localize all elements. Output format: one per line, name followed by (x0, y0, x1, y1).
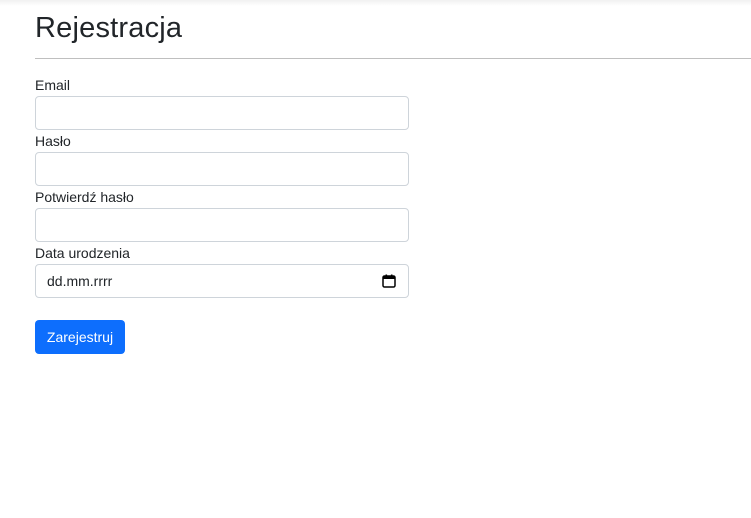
birth-date-label: Data urodzenia (35, 245, 130, 261)
confirm-password-label: Potwierdź hasło (35, 189, 134, 205)
top-shadow (0, 0, 751, 6)
confirm-password-field[interactable] (35, 208, 409, 242)
page-title: Rejestracja (35, 12, 183, 44)
password-field[interactable] (35, 152, 409, 186)
password-label: Hasło (35, 133, 71, 149)
email-field[interactable] (35, 96, 409, 130)
registration-form: Email Hasło Potwierdź hasło Data urodzen… (35, 76, 409, 300)
email-label: Email (35, 77, 71, 93)
register-button[interactable]: Zarejestruj (35, 320, 125, 354)
title-divider (35, 58, 751, 59)
birth-date-placeholder: dd.mm.rrrr (47, 273, 113, 289)
password-group: Hasło (35, 132, 409, 186)
email-group: Email (35, 76, 409, 130)
birth-date-group: Data urodzenia dd.mm.rrrr (35, 244, 409, 298)
confirm-password-group: Potwierdź hasło (35, 188, 409, 242)
birth-date-field[interactable]: dd.mm.rrrr (35, 264, 409, 298)
calendar-icon[interactable] (382, 274, 396, 288)
